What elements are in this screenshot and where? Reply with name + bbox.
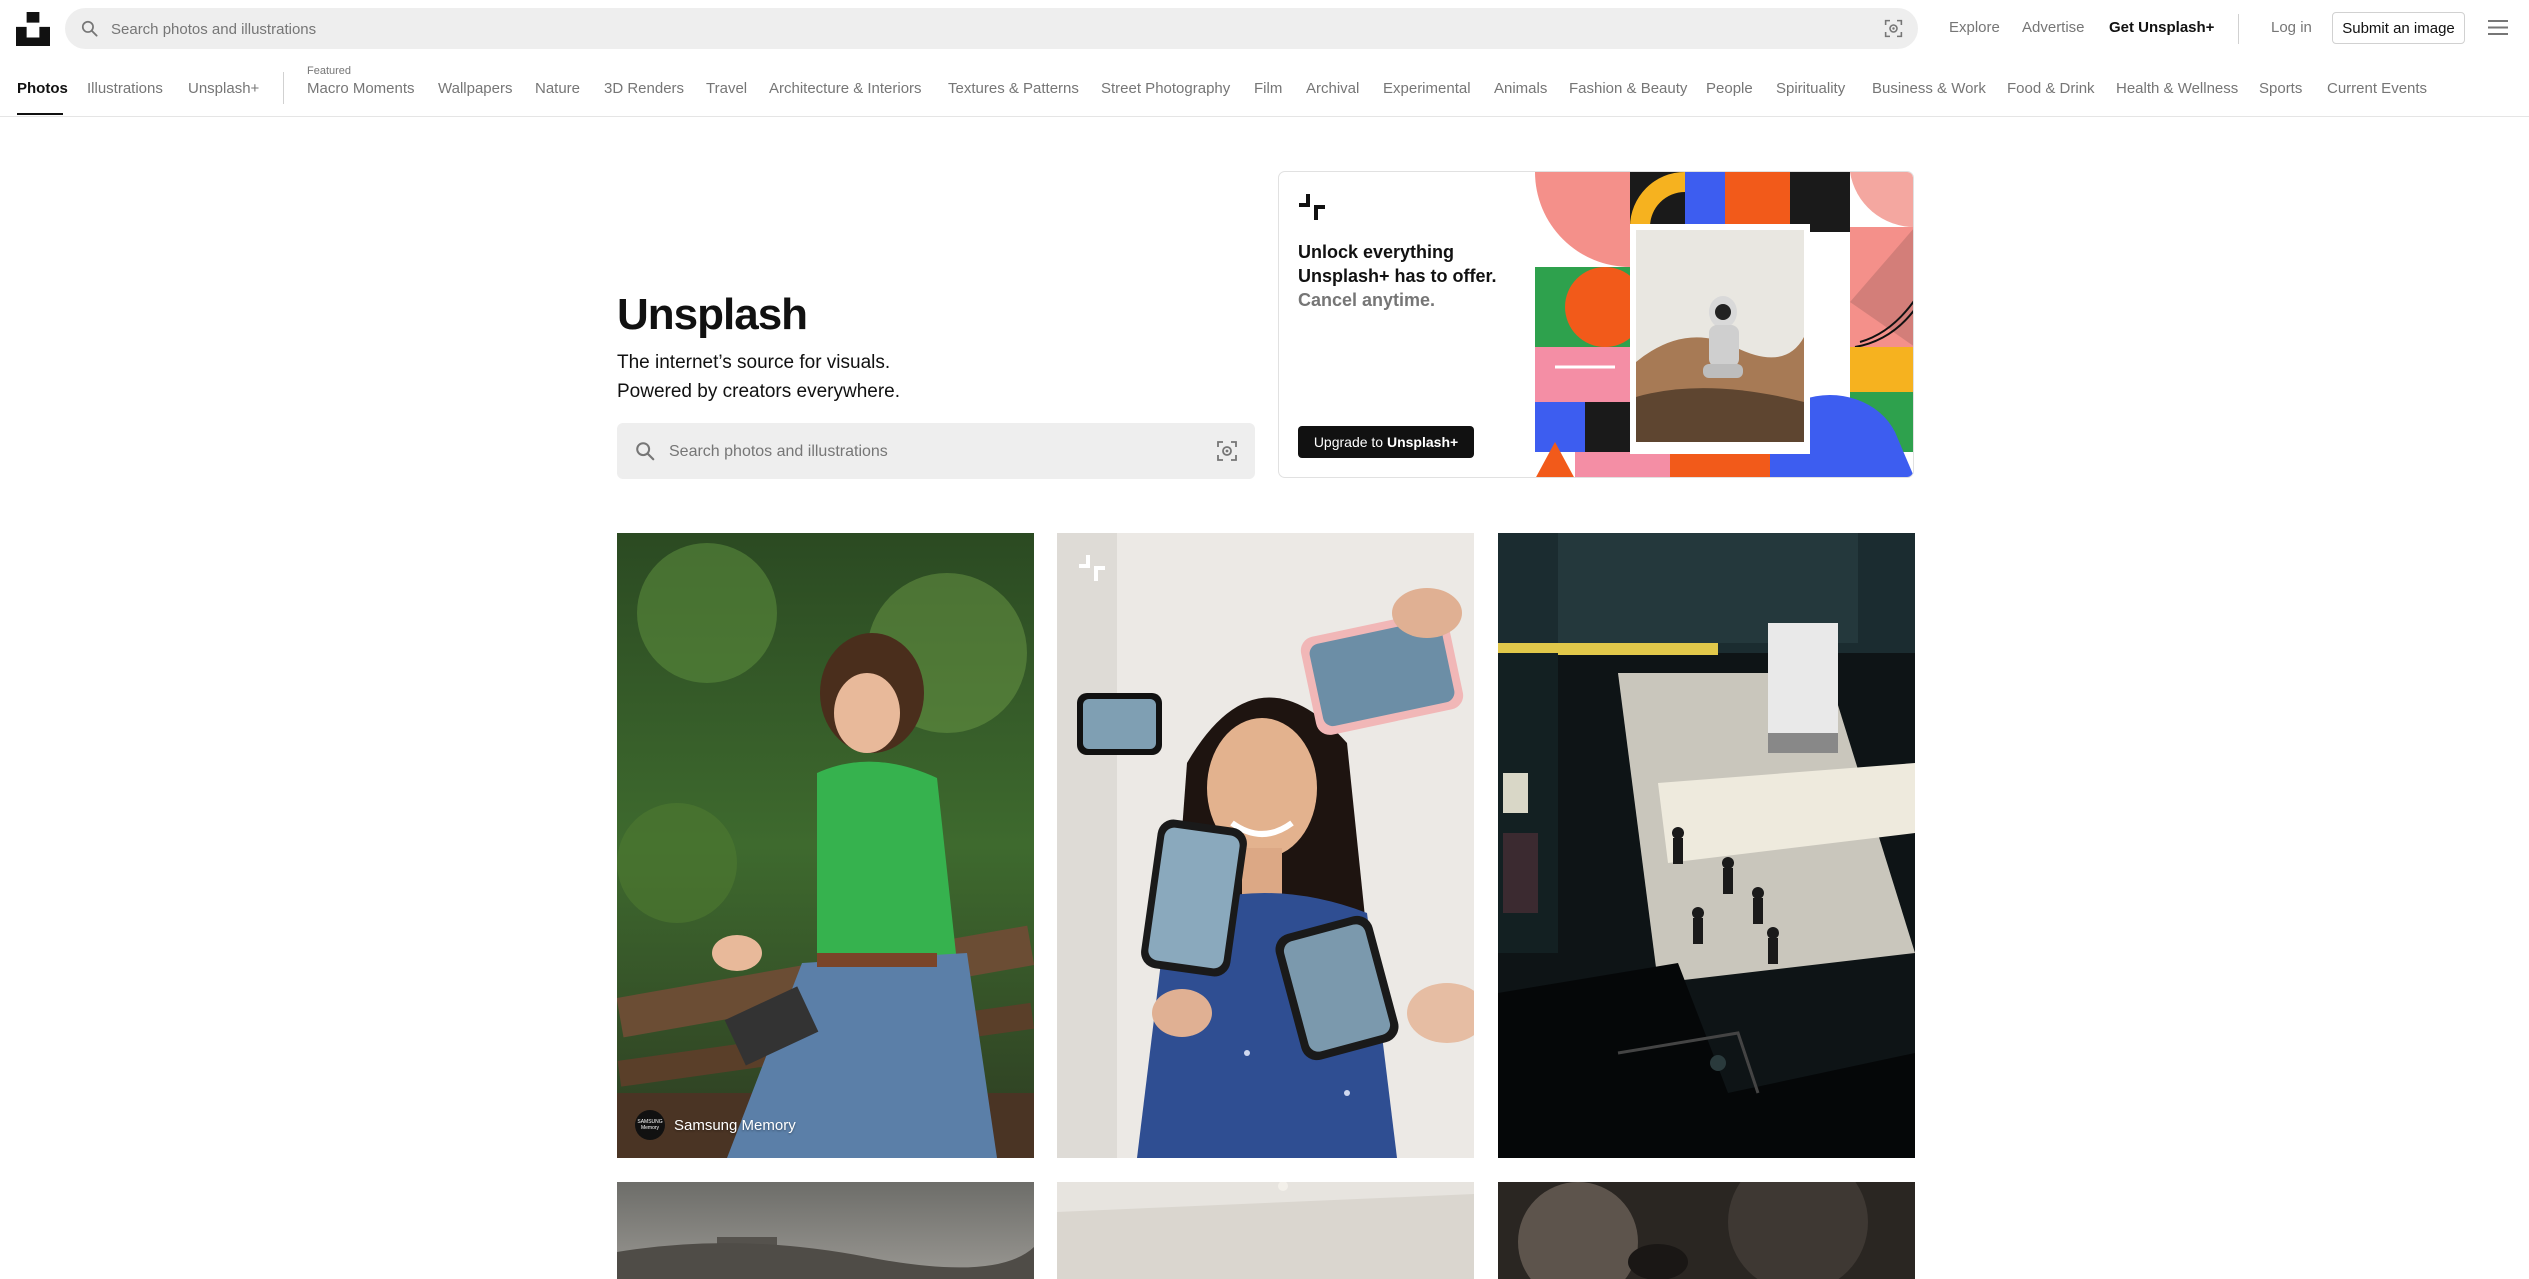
topic-sports[interactable]: Sports <box>2259 80 2302 97</box>
topic-animals[interactable]: Animals <box>1494 80 1547 97</box>
topic-archival[interactable]: Archival <box>1306 80 1359 97</box>
photo-image <box>617 533 1034 1158</box>
author-avatar: SAMSUNG Memory <box>635 1110 665 1140</box>
featured-label: Featured <box>307 65 352 77</box>
hero-search-bar[interactable] <box>617 423 1255 481</box>
hero-title: Unsplash <box>617 290 808 339</box>
unsplash-plus-promo-card[interactable]: Unlock everything Unsplash+ has to offer… <box>1278 171 1914 478</box>
photo-card[interactable] <box>1498 1182 1915 1279</box>
photo-card[interactable] <box>1498 533 1915 1158</box>
category-divider <box>283 72 284 104</box>
unsplash-plus-badge-icon <box>1079 555 1105 581</box>
topic-spirituality[interactable]: Spirituality <box>1776 80 1845 97</box>
promo-line-2: Unsplash+ has to offer. <box>1298 266 1497 286</box>
photo-image <box>617 1182 1034 1279</box>
topic-experimental[interactable]: Experimental <box>1383 80 1471 97</box>
topic-current-events[interactable]: Current Events <box>2327 80 2427 97</box>
promo-artwork-image <box>1535 172 1913 477</box>
topic-nature[interactable]: Nature <box>535 80 580 97</box>
topic-fashion-beauty[interactable]: Fashion & Beauty <box>1569 80 1687 97</box>
upgrade-button-prefix: Upgrade to <box>1313 434 1387 450</box>
promo-line-1: Unlock everything <box>1298 242 1455 262</box>
upgrade-to-unsplash-plus-button[interactable]: Upgrade to Unsplash+ <box>1298 426 1474 458</box>
visual-search-icon[interactable] <box>1883 18 1904 39</box>
photo-author[interactable]: SAMSUNG Memory Samsung Memory <box>635 1110 796 1140</box>
advertise-link[interactable]: Advertise <box>2022 19 2085 36</box>
topic-business-work[interactable]: Business & Work <box>1872 80 1986 97</box>
photo-image <box>1057 1182 1474 1279</box>
hero-subtitle-line1: The internet’s source for visuals. <box>617 352 891 373</box>
topic-health-wellness[interactable]: Health & Wellness <box>2116 80 2238 97</box>
photo-card[interactable] <box>1057 533 1474 1158</box>
photo-card[interactable] <box>617 1182 1034 1279</box>
photo-card[interactable]: SAMSUNG Memory Samsung Memory <box>617 533 1034 1158</box>
photo-card[interactable] <box>1057 1182 1474 1279</box>
unsplash-plus-icon <box>1299 194 1325 220</box>
hamburger-menu-icon[interactable] <box>2488 19 2508 36</box>
promo-line-3: Cancel anytime. <box>1298 290 1436 310</box>
hero-search-input[interactable] <box>667 423 1191 481</box>
submit-image-button[interactable]: Submit an image <box>2332 12 2465 44</box>
photo-image <box>1498 533 1915 1158</box>
top-search-input[interactable] <box>109 8 1833 51</box>
topic-travel[interactable]: Travel <box>706 80 747 97</box>
search-icon[interactable] <box>634 440 656 462</box>
topic-wallpapers[interactable]: Wallpapers <box>438 80 512 97</box>
hero-subtitle-line2: Powered by creators everywhere. <box>617 381 901 402</box>
header-divider <box>2238 14 2239 44</box>
active-tab-indicator <box>17 113 63 115</box>
explore-link[interactable]: Explore <box>1949 19 2000 36</box>
topic-people[interactable]: People <box>1706 80 1753 97</box>
photo-image <box>1057 533 1474 1158</box>
visual-search-icon[interactable] <box>1215 439 1239 463</box>
topic-3d-renders[interactable]: 3D Renders <box>604 80 684 97</box>
author-name[interactable]: Samsung Memory <box>674 1117 796 1134</box>
tab-illustrations[interactable]: Illustrations <box>87 80 163 97</box>
topic-food-drink[interactable]: Food & Drink <box>2007 80 2095 97</box>
tab-photos[interactable]: Photos <box>17 80 68 97</box>
top-header: Explore Advertise Get Unsplash+ Log in S… <box>0 0 2529 58</box>
unsplash-logo-icon[interactable] <box>16 12 50 46</box>
topic-textures-patterns[interactable]: Textures & Patterns <box>948 80 1079 97</box>
topic-macro-moments[interactable]: Macro Moments <box>307 80 415 97</box>
upgrade-button-brand: Unsplash+ <box>1386 434 1459 450</box>
category-nav: Photos Illustrations Unsplash+ Featured … <box>0 58 2529 117</box>
login-link[interactable]: Log in <box>2271 19 2312 36</box>
photo-image <box>1498 1182 1915 1279</box>
search-icon[interactable] <box>80 19 99 38</box>
topic-street-photography[interactable]: Street Photography <box>1101 80 1230 97</box>
get-unsplash-plus-link[interactable]: Get Unsplash+ <box>2109 19 2214 36</box>
tab-unsplash-plus[interactable]: Unsplash+ <box>188 80 259 97</box>
top-search-bar[interactable] <box>65 8 1918 51</box>
topic-architecture-interiors[interactable]: Architecture & Interiors <box>769 80 922 97</box>
topic-film[interactable]: Film <box>1254 80 1282 97</box>
